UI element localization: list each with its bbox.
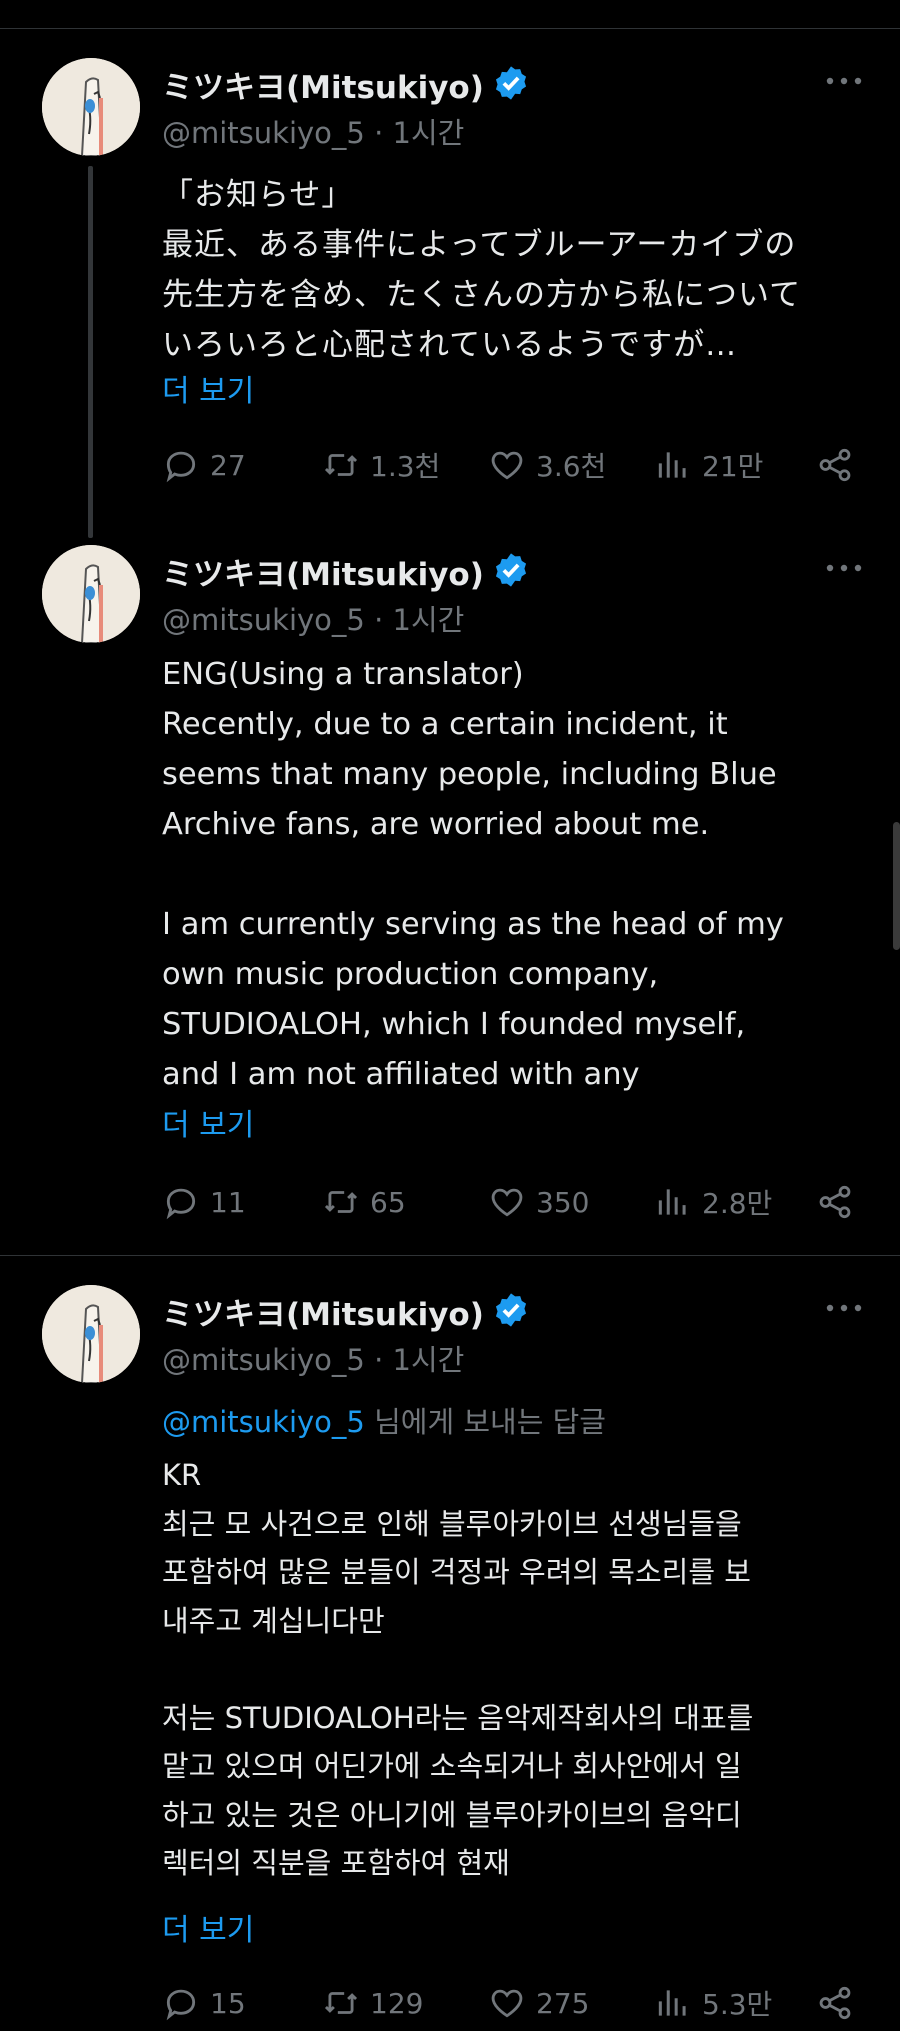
reply-icon <box>166 451 196 483</box>
share-button[interactable] <box>816 1978 864 2028</box>
avatar-drawing <box>42 1285 140 1383</box>
like-count: 275 <box>536 1986 590 2020</box>
tweet-header: ミツキヨ(Mitsukiyo) <box>162 1289 880 1337</box>
views-button[interactable]: 5.3만 <box>654 1978 772 2028</box>
verified-badge-icon <box>495 66 526 100</box>
action-bar: 11 65 350 2.8만 <box>162 1177 862 1227</box>
show-more-link[interactable]: 더 보기 <box>162 1100 254 1144</box>
like-button[interactable]: 275 <box>488 1978 589 2028</box>
replying-to: @mitsukiyo_5 님에게 보내는 답글 <box>162 1399 606 1441</box>
views-count: 2.8만 <box>702 1187 773 1220</box>
views-button[interactable]: 2.8만 <box>654 1177 772 1227</box>
share-button[interactable] <box>816 440 864 490</box>
author-name[interactable]: ミツキヨ(Mitsukiyo) <box>162 62 530 107</box>
tweet-2[interactable]: ミツキヨ(Mitsukiyo) @mitsukiyo_5 · 1시간 ENG(U… <box>0 545 900 1245</box>
heart-icon <box>491 451 523 480</box>
verified-badge-icon <box>495 553 526 587</box>
repost-count: 129 <box>370 1986 424 2020</box>
share-icon <box>819 1986 851 2020</box>
author-name-text[interactable]: ミツキヨ(Mitsukiyo) <box>162 1297 484 1333</box>
repost-icon <box>324 1992 358 2014</box>
views-count: 5.3만 <box>702 1988 773 2021</box>
tweet-text: KR 최근 모 사건으로 인해 블루아카이브 선생님들을 포함하여 많은 분들이… <box>162 1458 754 1880</box>
reply-button[interactable]: 27 <box>162 440 246 490</box>
tweet-text: 「お知らせ」 最近、ある事件によってブルーアーカイブの 先生方を含め、たくさんの… <box>162 177 802 363</box>
avatar-drawing <box>42 545 140 643</box>
reply-count: 27 <box>210 448 246 482</box>
repost-icon <box>324 1191 358 1213</box>
more-dots-icon[interactable] <box>824 561 864 575</box>
reply-icon <box>166 1989 196 2021</box>
views-chart-icon <box>658 1189 686 1215</box>
repost-button[interactable]: 129 <box>322 1978 423 2028</box>
handle-time[interactable]: @mitsukiyo_5 · 1시간 <box>162 1337 464 1379</box>
like-button[interactable]: 350 <box>488 1177 589 1227</box>
verified-badge-icon <box>495 1293 526 1327</box>
tweet-header: ミツキヨ(Mitsukiyo) <box>162 62 880 110</box>
thread-line <box>88 166 93 538</box>
share-button[interactable] <box>816 1177 864 1227</box>
avatar[interactable] <box>42 1285 140 1383</box>
action-bar: 27 1.3천 3.6천 21만 <box>162 440 862 490</box>
avatar[interactable] <box>42 545 140 643</box>
handle-time[interactable]: @mitsukiyo_5 · 1시간 <box>162 597 464 639</box>
reply-mention-link[interactable]: @mitsukiyo_5 <box>162 1405 365 1439</box>
tweet-3[interactable]: ミツキヨ(Mitsukiyo) @mitsukiyo_5 · 1시간 @mits… <box>0 1285 900 2031</box>
show-more-link[interactable]: 더 보기 <box>162 1905 254 1949</box>
avatar-drawing <box>42 58 140 156</box>
top-divider <box>0 28 900 29</box>
repost-icon <box>324 454 358 476</box>
repost-button[interactable]: 65 <box>322 1177 406 1227</box>
show-more-link[interactable]: 더 보기 <box>162 366 254 410</box>
share-icon <box>819 448 851 482</box>
author-name[interactable]: ミツキヨ(Mitsukiyo) <box>162 1289 530 1334</box>
author-name-text[interactable]: ミツキヨ(Mitsukiyo) <box>162 557 484 593</box>
reply-icon <box>166 1188 196 1220</box>
like-count: 350 <box>536 1185 590 1219</box>
reply-button[interactable]: 15 <box>162 1978 246 2028</box>
reply-label: 님에게 보내는 답글 <box>364 1405 606 1439</box>
repost-count: 1.3천 <box>370 450 441 483</box>
reply-button[interactable]: 11 <box>162 1177 246 1227</box>
heart-icon <box>491 1188 523 1217</box>
repost-button[interactable]: 1.3천 <box>322 440 440 490</box>
tweet-divider <box>0 1255 900 1256</box>
repost-count: 65 <box>370 1185 406 1219</box>
tweet-header: ミツキヨ(Mitsukiyo) <box>162 549 880 597</box>
more-dots-icon[interactable] <box>824 1301 864 1315</box>
like-count: 3.6천 <box>536 450 607 483</box>
author-name-text[interactable]: ミツキヨ(Mitsukiyo) <box>162 70 484 106</box>
views-chart-icon <box>658 452 686 478</box>
author-name[interactable]: ミツキヨ(Mitsukiyo) <box>162 549 530 594</box>
scrollbar-thumb[interactable] <box>893 822 900 950</box>
like-button[interactable]: 3.6천 <box>488 440 606 490</box>
reply-count: 15 <box>210 1986 246 2020</box>
more-dots-icon[interactable] <box>824 74 864 88</box>
tweet-1[interactable]: ミツキヨ(Mitsukiyo) @mitsukiyo_5 · 1시간 「お知らせ… <box>0 58 900 538</box>
handle-time[interactable]: @mitsukiyo_5 · 1시간 <box>162 110 464 152</box>
heart-icon <box>491 1989 523 2018</box>
reply-count: 11 <box>210 1185 246 1219</box>
views-chart-icon <box>658 1990 686 2016</box>
action-bar: 15 129 275 5.3만 <box>162 1978 862 2028</box>
views-button[interactable]: 21만 <box>654 440 763 490</box>
share-icon <box>819 1185 851 1219</box>
tweet-text: ENG(Using a translator) Recently, due to… <box>162 657 784 1092</box>
avatar[interactable] <box>42 58 140 156</box>
views-count: 21만 <box>702 450 764 483</box>
